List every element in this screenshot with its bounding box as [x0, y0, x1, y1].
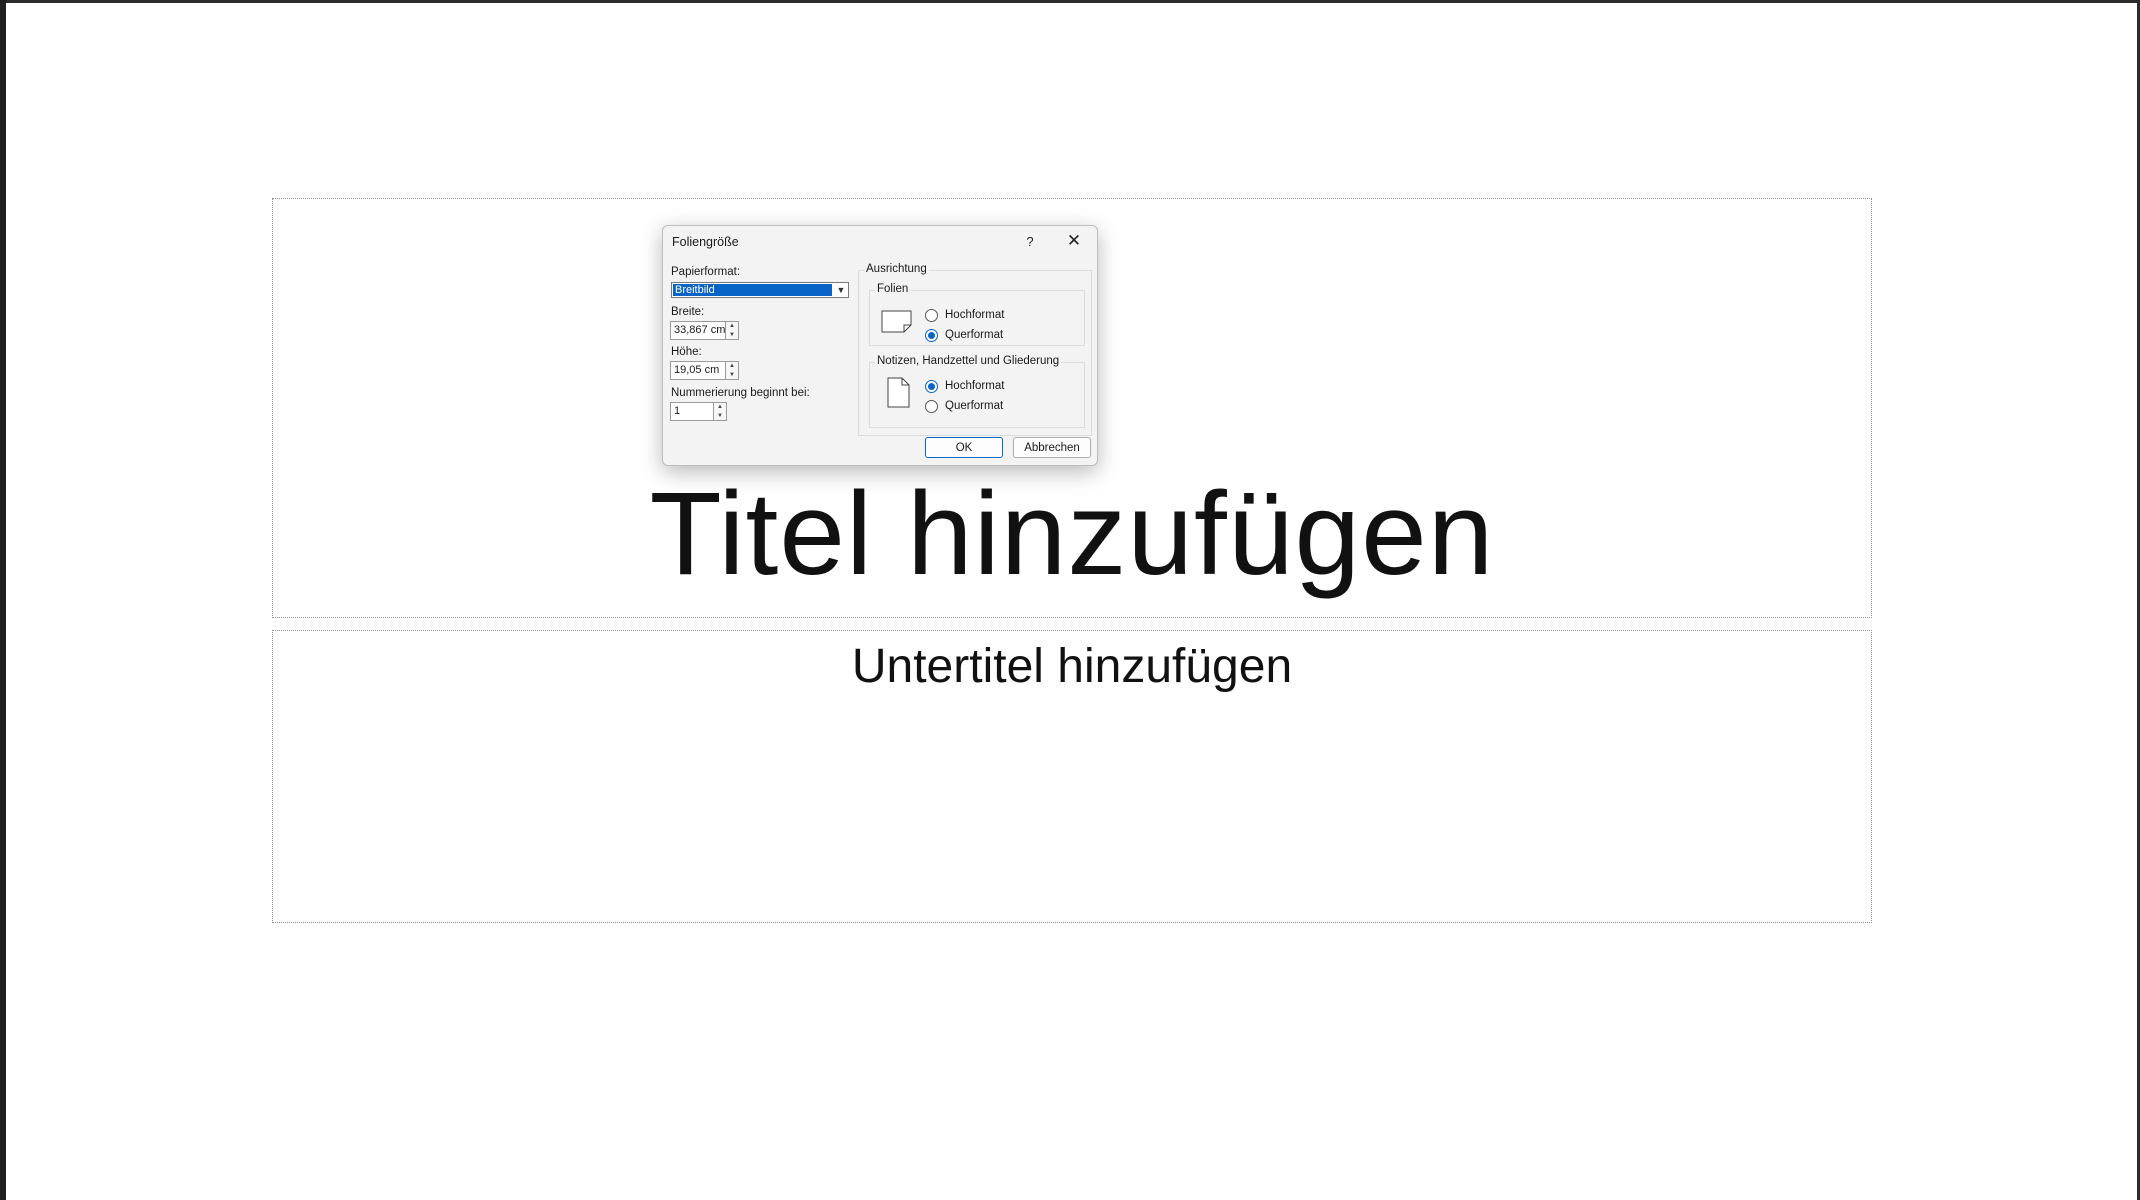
spin-down-icon[interactable]: ▼ [726, 371, 738, 380]
subtitle-placeholder-text: Untertitel hinzufügen [851, 640, 1293, 693]
notes-portrait-radio[interactable] [925, 380, 938, 393]
slides-portrait-label[interactable]: Hochformat [945, 309, 1004, 321]
help-button[interactable]: ? [1018, 231, 1042, 251]
slides-portrait-radio[interactable] [925, 309, 938, 322]
spin-down-icon[interactable]: ▼ [714, 412, 726, 421]
window-frame-top [0, 0, 2140, 3]
title-placeholder-text: Titel hinzufügen [649, 468, 1495, 600]
numbering-spinner[interactable]: ▲ ▼ [714, 402, 727, 421]
height-label: Höhe: [671, 346, 702, 358]
slides-landscape-label[interactable]: Querformat [945, 329, 1003, 341]
paper-format-label: Papierformat: [671, 266, 741, 278]
landscape-page-icon [881, 310, 912, 333]
spin-down-icon[interactable]: ▼ [726, 331, 738, 340]
cancel-button[interactable]: Abbrechen [1013, 437, 1091, 458]
slide-size-dialog: Foliengröße ? ✕ Papierformat: Breitbild … [662, 225, 1098, 466]
notes-landscape-radio[interactable] [925, 400, 938, 413]
subtitle-placeholder[interactable]: Untertitel hinzufügen [272, 630, 1872, 923]
ok-button[interactable]: OK [925, 437, 1003, 458]
chevron-down-icon: ▼ [836, 285, 846, 295]
paper-format-value: Breitbild [673, 284, 832, 296]
slides-group-label: Folien [875, 283, 911, 295]
paper-format-dropdown[interactable]: Breitbild ▼ [671, 282, 849, 298]
portrait-page-icon [887, 377, 910, 408]
close-button[interactable]: ✕ [1062, 231, 1086, 251]
width-input[interactable]: 33,867 cm [670, 321, 726, 340]
spin-up-icon[interactable]: ▲ [726, 322, 738, 331]
height-spinner[interactable]: ▲ ▼ [726, 361, 739, 380]
notes-landscape-label[interactable]: Querformat [945, 400, 1003, 412]
window-frame-left [0, 0, 6, 1200]
orientation-label: Ausrichtung [864, 263, 929, 275]
notes-group-label: Notizen, Handzettel und Gliederung [875, 355, 1062, 367]
spin-up-icon[interactable]: ▲ [714, 403, 726, 412]
numbering-label: Nummerierung beginnt bei: [671, 387, 810, 399]
close-icon: ✕ [1066, 231, 1082, 250]
numbering-input[interactable]: 1 [670, 402, 714, 421]
width-spinner[interactable]: ▲ ▼ [726, 321, 739, 340]
dialog-title: Foliengröße [672, 235, 739, 249]
slides-landscape-radio[interactable] [925, 329, 938, 342]
width-label: Breite: [671, 306, 705, 318]
notes-portrait-label[interactable]: Hochformat [945, 380, 1004, 392]
height-input[interactable]: 19,05 cm [670, 361, 726, 380]
spin-up-icon[interactable]: ▲ [726, 362, 738, 371]
